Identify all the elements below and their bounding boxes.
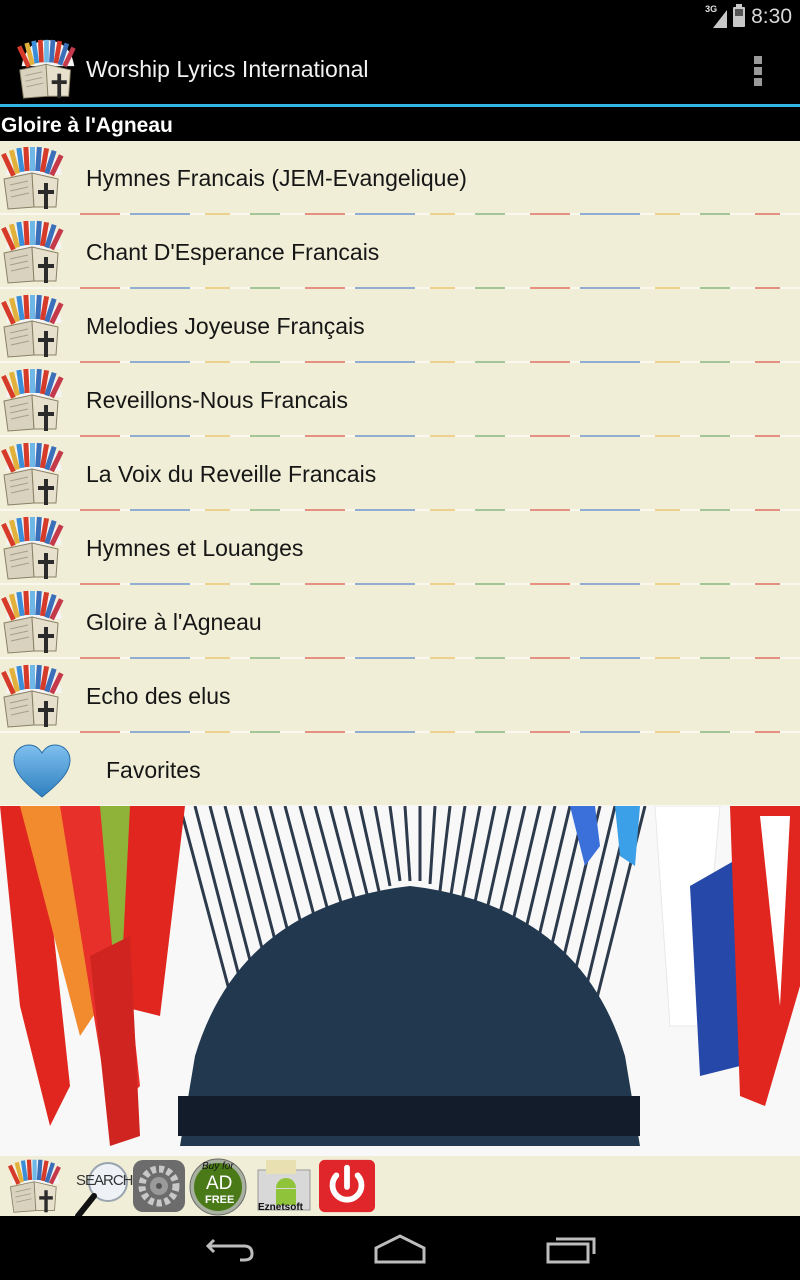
hymnbook-list: Hymnes Francais (JEM-Evangelique) Chant … [0, 141, 800, 807]
banner-image [0, 806, 800, 1160]
list-item-label: Gloire à l'Agneau [86, 609, 262, 635]
list-item[interactable]: Hymnes et Louanges [0, 511, 800, 585]
battery-icon [733, 4, 746, 27]
home-icon[interactable] [370, 1230, 430, 1266]
bible-flags-icon [0, 515, 66, 581]
power-exit-button[interactable] [317, 1158, 377, 1214]
action-bar: Worship Lyrics International [0, 34, 800, 105]
list-item-label: Echo des elus [86, 683, 231, 709]
list-item-label: Reveillons-Nous Francais [86, 387, 349, 413]
list-item[interactable]: La Voix du Reveille Francais [0, 437, 800, 511]
bible-flags-icon [0, 145, 66, 211]
overflow-menu-icon[interactable] [754, 56, 766, 86]
ad-free-button[interactable]: Buy for AD FREE [188, 1158, 248, 1216]
settings-gear-button[interactable] [132, 1158, 186, 1214]
list-item-label: Hymnes Francais (JEM-Evangelique) [86, 165, 467, 191]
app-logo-icon [14, 38, 80, 100]
bible-flags-icon [0, 441, 66, 507]
heart-icon [13, 744, 71, 798]
bottom-toolbar: SEARCH Buy for AD FREE Eznetsoft [0, 1156, 800, 1219]
bible-flags-icon [0, 293, 66, 359]
home-book-button[interactable] [2, 1158, 68, 1214]
eznetsoft-apps-button[interactable]: Eznetsoft [256, 1158, 312, 1214]
section-header: Gloire à l'Agneau [0, 107, 800, 141]
list-item-label: Melodies Joyeuse Français [86, 313, 365, 339]
signal-icon: 3G [705, 4, 728, 28]
bible-flags-icon [0, 367, 66, 433]
list-item-label: Chant D'Esperance Francais [86, 239, 380, 265]
clock: 8:30 [751, 5, 792, 28]
list-item[interactable]: Echo des elus [0, 659, 800, 733]
back-icon[interactable] [200, 1230, 260, 1266]
search-button[interactable]: SEARCH [72, 1158, 134, 1219]
status-bar: 3G 8:30 [0, 0, 800, 34]
app-title: Worship Lyrics International [86, 56, 369, 82]
favorites-label: Favorites [106, 757, 201, 783]
list-item[interactable]: Reveillons-Nous Francais [0, 363, 800, 437]
ad-free-top: Buy for [202, 1161, 234, 1172]
favorites-item[interactable]: Favorites [0, 733, 800, 807]
bible-flags-icon [0, 219, 66, 285]
recent-apps-icon[interactable] [542, 1230, 602, 1266]
bible-flags-icon [0, 663, 66, 729]
search-label: SEARCH [76, 1172, 134, 1189]
list-item[interactable]: Melodies Joyeuse Français [0, 289, 800, 363]
list-item-label: La Voix du Reveille Francais [86, 461, 377, 487]
eznetsoft-label: Eznetsoft [258, 1202, 303, 1213]
system-nav-bar [0, 1216, 800, 1280]
section-title: Gloire à l'Agneau [1, 114, 173, 137]
list-item[interactable]: Chant D'Esperance Francais [0, 215, 800, 289]
list-item-label: Hymnes et Louanges [86, 535, 304, 561]
ad-free-bottom: FREE [205, 1194, 235, 1206]
bible-flags-icon [0, 589, 66, 655]
list-item[interactable]: Hymnes Francais (JEM-Evangelique) [0, 141, 800, 215]
ad-free-mid: AD [206, 1173, 233, 1194]
list-item[interactable]: Gloire à l'Agneau [0, 585, 800, 659]
